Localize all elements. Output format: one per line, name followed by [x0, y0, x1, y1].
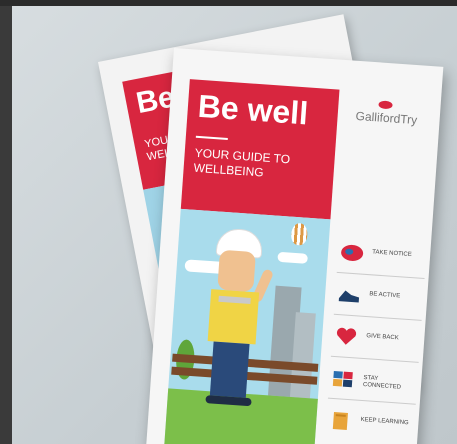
shoe-icon	[338, 290, 360, 303]
company-logo: GallifordTry	[355, 108, 418, 128]
worker-legs	[209, 341, 250, 398]
item-keep-learning: KEEP LEARNING	[325, 404, 415, 444]
item-label: STAY CONNECTED	[362, 375, 402, 391]
front-brochure: Be well YOUR GUIDE TO WELLBEING Gallifor…	[146, 48, 444, 444]
brochure-title: Be well	[196, 87, 310, 132]
left-bar	[0, 6, 12, 444]
item-label: KEEP LEARNING	[360, 416, 409, 427]
cloud	[277, 251, 308, 264]
worker-head	[217, 249, 256, 293]
item-label: BE ACTIVE	[369, 291, 401, 300]
item-label: TAKE NOTICE	[372, 249, 412, 259]
logo-icon	[378, 100, 393, 110]
item-be-active: BE ACTIVE	[333, 277, 425, 321]
brain-icon	[341, 244, 364, 261]
heart-icon	[336, 327, 357, 345]
photo-scene: Be w YOUR G WELLBEI Be well YOUR GUIDE T…	[12, 6, 457, 444]
book-icon	[332, 412, 348, 430]
item-label: GIVE BACK	[366, 333, 399, 342]
puzzle-icon	[332, 370, 353, 388]
worker-vest	[207, 289, 260, 345]
item-take-notice: TAKE NOTICE	[336, 235, 428, 280]
item-stay-connected: STAY CONNECTED	[327, 361, 419, 405]
item-give-back: GIVE BACK	[330, 319, 422, 363]
